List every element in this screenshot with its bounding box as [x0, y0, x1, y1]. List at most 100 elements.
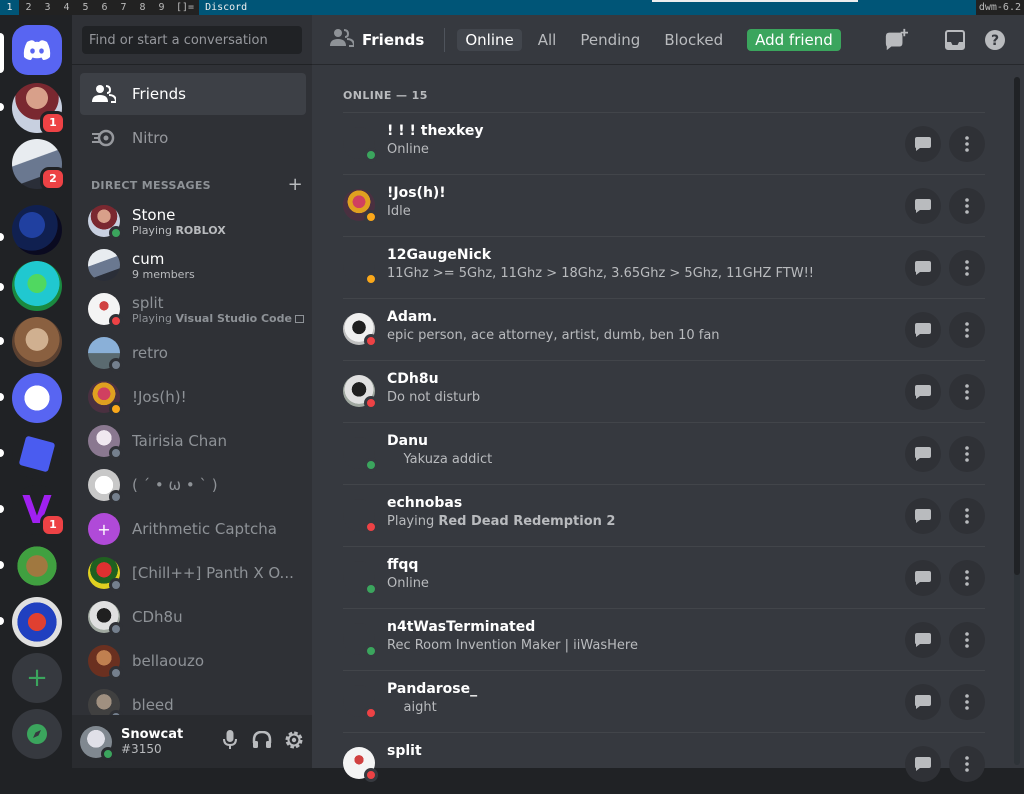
- avatar: [343, 313, 378, 348]
- server-icon-5[interactable]: [12, 317, 62, 367]
- message-button[interactable]: [905, 746, 941, 782]
- nav-friends[interactable]: Friends: [80, 73, 306, 115]
- dm-name: retro: [132, 344, 168, 362]
- new-group-dm-button[interactable]: [884, 28, 908, 52]
- more-options-button[interactable]: [949, 312, 985, 348]
- wm-tag-7[interactable]: 7: [114, 0, 133, 15]
- dm-item[interactable]: ( ´ • ω • ` ): [80, 464, 306, 506]
- avatar: [343, 189, 378, 224]
- more-options-button[interactable]: [949, 250, 985, 286]
- dm-item[interactable]: [Chill++] Panth X O...: [80, 552, 306, 594]
- message-button[interactable]: [905, 250, 941, 286]
- wm-tag-2[interactable]: 2: [19, 0, 38, 15]
- dm-item[interactable]: + Arithmetic Captcha: [80, 508, 306, 550]
- more-options-button[interactable]: [949, 436, 985, 472]
- more-options-button[interactable]: [949, 746, 985, 782]
- group-avatar: [88, 249, 120, 281]
- search-input[interactable]: [82, 26, 302, 54]
- scrollbar-thumb[interactable]: [1014, 77, 1020, 575]
- message-button[interactable]: [905, 436, 941, 472]
- help-button[interactable]: ?: [983, 28, 1007, 52]
- wm-tag-8[interactable]: 8: [133, 0, 152, 15]
- server-icon-4[interactable]: [12, 261, 62, 311]
- more-options-button[interactable]: [949, 622, 985, 658]
- message-button[interactable]: [905, 312, 941, 348]
- mute-button[interactable]: [218, 728, 242, 752]
- add-server-button[interactable]: +: [12, 653, 62, 703]
- dm-item[interactable]: bellaouzo: [80, 640, 306, 682]
- more-options-button[interactable]: [949, 126, 985, 162]
- explore-servers-button[interactable]: [12, 709, 62, 759]
- message-button[interactable]: [905, 622, 941, 658]
- wm-tag-3[interactable]: 3: [38, 0, 57, 15]
- wm-tag-4[interactable]: 4: [57, 0, 76, 15]
- friend-row[interactable]: 12GaugeNick 11Ghz >= 5Ghz, 11Ghz > 18Ghz,…: [343, 236, 985, 298]
- more-options-button[interactable]: [949, 560, 985, 596]
- tab-all[interactable]: All: [530, 29, 565, 51]
- dm-item[interactable]: Stone Playing ROBLOX: [80, 200, 306, 242]
- dm-item[interactable]: !Jos(h)!: [80, 376, 306, 418]
- message-button[interactable]: [905, 560, 941, 596]
- friend-row[interactable]: Pandarose_ aight: [343, 670, 985, 732]
- wm-tag-9[interactable]: 9: [152, 0, 171, 15]
- message-button[interactable]: [905, 684, 941, 720]
- more-options-button[interactable]: [949, 684, 985, 720]
- server-avatar-4: [12, 261, 62, 311]
- dm-item[interactable]: retro: [80, 332, 306, 374]
- message-button[interactable]: [905, 188, 941, 224]
- add-friend-button[interactable]: Add friend: [747, 28, 841, 51]
- server-icon-2[interactable]: 2: [12, 139, 66, 191]
- avatar: [88, 425, 123, 460]
- friend-row[interactable]: ffqq Online: [343, 546, 985, 608]
- message-button[interactable]: [905, 374, 941, 410]
- friends-main: Friends Online All Pending Blocked Add f…: [312, 15, 1024, 782]
- server-icon-10[interactable]: [12, 597, 62, 647]
- server-icon-9[interactable]: [12, 541, 62, 591]
- wm-tag-5[interactable]: 5: [76, 0, 95, 15]
- friend-row[interactable]: echnobas Playing Red Dead Redemption 2: [343, 484, 985, 546]
- dm-name: Arithmetic Captcha: [132, 520, 277, 538]
- dm-header-label: DIRECT MESSAGES: [91, 179, 211, 192]
- more-options-button[interactable]: [949, 188, 985, 224]
- friend-row[interactable]: Adam. epic person, ace attorney, artist, …: [343, 298, 985, 360]
- friend-row[interactable]: ! ! ! thexkey Online: [343, 112, 985, 174]
- mention-badge: 1: [40, 513, 66, 537]
- user-settings-button[interactable]: [282, 728, 306, 752]
- server-icon-8[interactable]: V 1: [12, 485, 66, 537]
- header-divider: [444, 27, 446, 52]
- inbox-button[interactable]: [943, 28, 967, 52]
- deafen-button[interactable]: [250, 728, 274, 752]
- scrollbar[interactable]: [1014, 77, 1020, 765]
- server-icon-1[interactable]: 1: [12, 83, 66, 135]
- wm-layout-symbol[interactable]: []=: [171, 0, 199, 15]
- avatar: [343, 251, 378, 286]
- friend-row[interactable]: !Jos(h)! Idle: [343, 174, 985, 236]
- friend-row[interactable]: CDh8u Do not disturb: [343, 360, 985, 422]
- dm-item[interactable]: split Playing Visual Studio Code: [80, 288, 306, 330]
- friend-row[interactable]: split: [343, 732, 985, 794]
- dm-item[interactable]: Tairisia Chan: [80, 420, 306, 462]
- tab-pending[interactable]: Pending: [572, 29, 648, 51]
- home-button[interactable]: [12, 25, 62, 75]
- user-avatar[interactable]: [80, 725, 115, 761]
- tab-blocked[interactable]: Blocked: [656, 29, 731, 51]
- wm-tag-6[interactable]: 6: [95, 0, 114, 15]
- more-options-button[interactable]: [949, 498, 985, 534]
- server-icon-3[interactable]: [12, 205, 62, 255]
- message-button[interactable]: [905, 498, 941, 534]
- server-icon-7[interactable]: [12, 429, 62, 479]
- tab-online[interactable]: Online: [457, 28, 522, 51]
- status-online-icon: [364, 458, 378, 472]
- server-icon-6[interactable]: [12, 373, 62, 423]
- more-options-button[interactable]: [949, 374, 985, 410]
- friend-name: !Jos(h)!: [387, 185, 446, 201]
- friend-row[interactable]: n4tWasTerminated Rec Room Invention Maker…: [343, 608, 985, 670]
- wm-tag-1[interactable]: 1: [0, 0, 19, 15]
- friend-row[interactable]: Danu Yakuza addict: [343, 422, 985, 484]
- dm-item[interactable]: cum 9 members: [80, 244, 306, 286]
- message-button[interactable]: [905, 126, 941, 162]
- dm-item[interactable]: CDh8u: [80, 596, 306, 638]
- status-online-icon: [364, 644, 378, 658]
- nav-nitro[interactable]: Nitro: [80, 117, 306, 159]
- create-dm-button[interactable]: +: [288, 176, 303, 194]
